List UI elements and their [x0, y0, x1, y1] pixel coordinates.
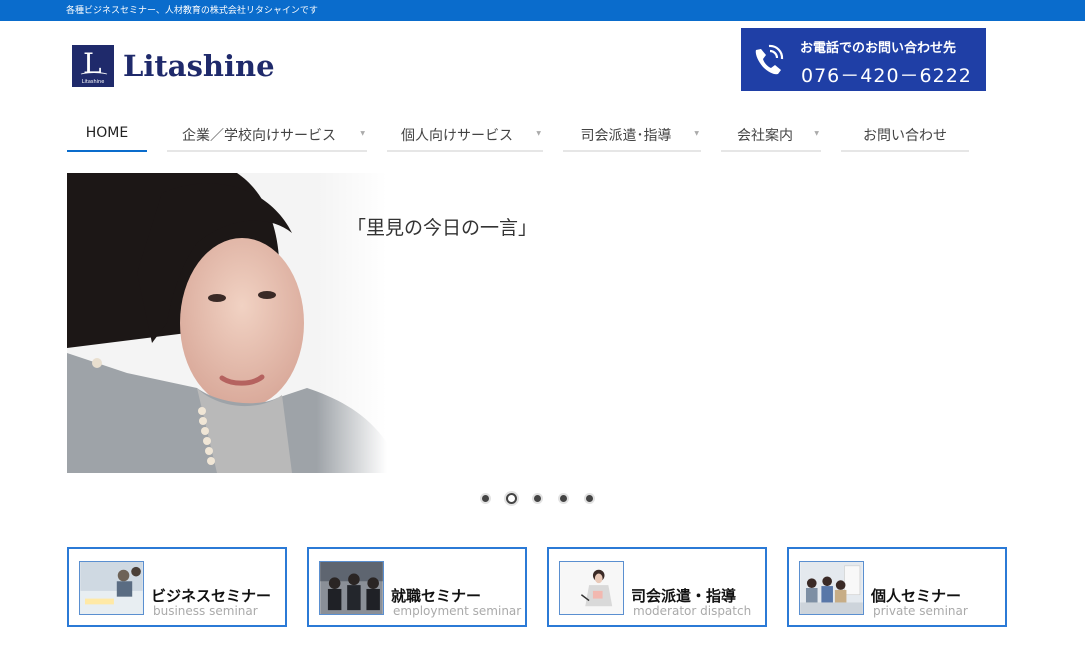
nav-item-personal-services[interactable]: 個人向けサービス ▼ [387, 114, 543, 152]
service-subtitle: private seminar [873, 604, 968, 618]
service-title: 個人セミナー [871, 587, 962, 605]
site-logo[interactable]: L Litashine Litashine [72, 44, 275, 88]
chevron-down-icon: ▼ [536, 130, 541, 137]
moderator-dispatch-thumbnail [559, 561, 624, 615]
phone-label: お電話でのお問い合わせ先 [800, 41, 957, 56]
service-card-private-seminar[interactable]: 個人セミナー private seminar [787, 547, 1007, 627]
private-seminar-thumbnail [799, 561, 864, 615]
nav-item-moderator[interactable]: 司会派遣･指導 ▼ [563, 114, 701, 152]
slider-dot[interactable] [586, 495, 593, 502]
service-title: 就職セミナー [391, 587, 482, 605]
slider-pagination [478, 492, 598, 506]
logo-mark-text: Litashine [81, 79, 105, 85]
chevron-down-icon: ▼ [694, 130, 699, 137]
service-subtitle: business seminar [153, 604, 258, 618]
tagline: 各種ビジネスセミナー、人材教育の株式会社リタシャインです [66, 6, 318, 16]
slider-dot[interactable] [482, 495, 489, 502]
hero-slider[interactable]: 「里見の今日の一言」 [67, 173, 1007, 473]
slider-dot[interactable] [534, 495, 541, 502]
nav-label: お問い合わせ [863, 128, 947, 144]
phone-contact-banner[interactable]: お電話でのお問い合わせ先 076－420－6222 [741, 28, 986, 91]
service-subtitle: moderator dispatch [633, 604, 752, 618]
slide-quote: 「里見の今日の一言」 [347, 217, 538, 239]
slider-dot-active[interactable] [506, 493, 517, 504]
phone-number: 076－420－6222 [801, 65, 972, 87]
business-seminar-thumbnail [79, 561, 144, 615]
service-card-business-seminar[interactable]: ビジネスセミナー business seminar [67, 547, 287, 627]
hero-photo [67, 173, 387, 473]
service-card-employment-seminar[interactable]: 就職セミナー employment seminar [307, 547, 527, 627]
nav-label: 司会派遣･指導 [580, 128, 672, 144]
nav-label: 個人向けサービス [401, 128, 513, 144]
chevron-down-icon: ▼ [360, 130, 365, 137]
nav-item-company[interactable]: 会社案内 ▼ [721, 114, 821, 152]
employment-seminar-thumbnail [319, 561, 384, 615]
nav-item-corporate-services[interactable]: 企業／学校向けサービス ▼ [167, 114, 367, 152]
chevron-down-icon: ▼ [814, 130, 819, 137]
service-title: ビジネスセミナー [151, 587, 272, 605]
top-bar: 各種ビジネスセミナー、人材教育の株式会社リタシャインです [0, 0, 1085, 21]
nav-label: 会社案内 [737, 128, 793, 144]
service-card-moderator-dispatch[interactable]: 司会派遣・指導 moderator dispatch [547, 547, 767, 627]
logo-text: Litashine [123, 49, 275, 83]
service-title: 司会派遣・指導 [631, 587, 737, 605]
nav-item-contact[interactable]: お問い合わせ [841, 114, 969, 152]
nav-label: 企業／学校向けサービス [182, 128, 336, 144]
service-subtitle: employment seminar [393, 604, 522, 618]
phone-icon [755, 44, 784, 75]
slider-dot[interactable] [560, 495, 567, 502]
nav-label: HOME [85, 125, 129, 141]
nav-item-home[interactable]: HOME [67, 114, 147, 152]
logo-mark-icon: L Litashine [72, 45, 114, 87]
